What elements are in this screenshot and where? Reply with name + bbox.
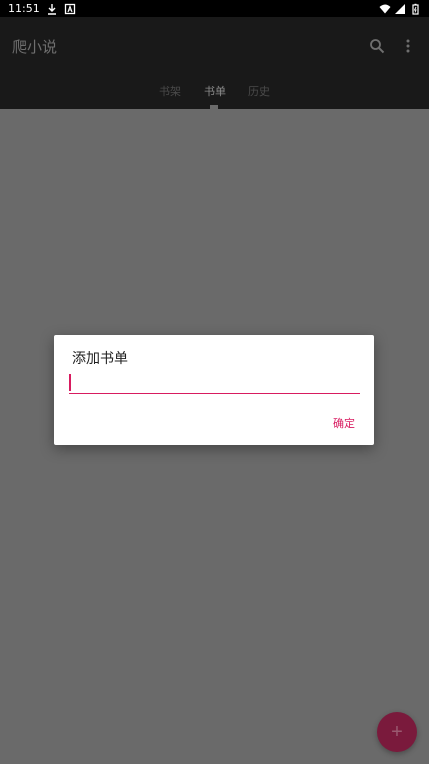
tab-history[interactable]: 历史 <box>239 83 279 99</box>
more-vert-icon <box>406 39 410 53</box>
booklist-name-input[interactable] <box>69 373 360 394</box>
app-title: 爬小说 <box>12 38 58 56</box>
plus-icon: + <box>391 720 403 743</box>
search-button[interactable] <box>366 35 388 57</box>
signal-icon <box>395 3 405 14</box>
text-caret <box>69 374 71 391</box>
tab-booklist[interactable]: 书单 <box>195 83 235 99</box>
download-icon <box>47 3 56 15</box>
a-badge-icon <box>64 3 75 14</box>
search-icon <box>370 39 385 54</box>
dialog-title: 添加书单 <box>72 351 128 367</box>
app-bar: 爬小说 书架 书单 历史 <box>0 17 429 109</box>
add-booklist-dialog: 添加书单 确定 <box>54 335 374 445</box>
add-fab-button[interactable]: + <box>377 712 417 752</box>
tab-bookshelf[interactable]: 书架 <box>150 83 190 99</box>
wifi-icon <box>379 4 391 13</box>
tab-bar: 书架 书单 历史 <box>0 81 429 109</box>
status-bar: 11:51 <box>0 0 429 17</box>
status-time: 11:51 <box>8 2 40 15</box>
booklist-name-field <box>69 372 360 394</box>
confirm-button[interactable]: 确定 <box>324 415 364 431</box>
battery-icon <box>412 3 419 15</box>
more-options-button[interactable] <box>397 35 419 57</box>
tab-indicator <box>210 105 218 109</box>
